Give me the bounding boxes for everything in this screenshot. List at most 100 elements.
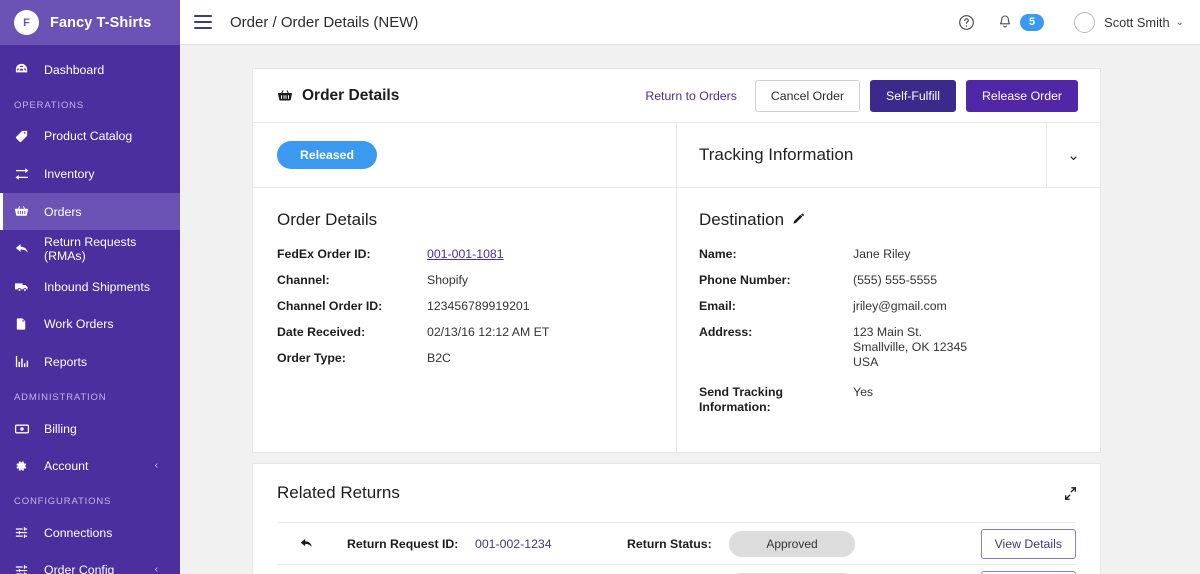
- destination-heading-text: Destination: [699, 210, 784, 230]
- edit-pencil-icon[interactable]: [792, 210, 806, 230]
- return-status-label: Return Status:: [627, 537, 729, 551]
- brand-header[interactable]: F Fancy T-Shirts: [0, 0, 180, 45]
- tracking-section: Tracking Information ⌄: [677, 123, 1100, 187]
- sidebar-item-label: Work Orders: [44, 317, 180, 331]
- sidebar-item-account[interactable]: Account ‹: [0, 447, 180, 485]
- truck-icon: [14, 279, 44, 295]
- field-date-received: Date Received: 02/13/16 12:12 AM ET: [277, 325, 652, 340]
- sidebar-item-label: Connections: [44, 526, 180, 540]
- sidebar-item-connections[interactable]: Connections: [0, 514, 180, 552]
- sidebar-item-billing[interactable]: Billing: [0, 410, 180, 448]
- table-row[interactable]: Return Request ID: 001-002-1235 Return S…: [277, 564, 1076, 574]
- sidebar-item-label: Billing: [44, 422, 180, 436]
- field-email: Email: jriley@gmail.com: [699, 299, 1076, 314]
- field-label: Phone Number:: [699, 273, 853, 288]
- field-value: 123456789919201: [427, 299, 530, 314]
- sidebar-nav: Dashboard OPERATIONS Product Catalog Inv…: [0, 45, 180, 574]
- tracking-expand-chevron-down-icon[interactable]: ⌄: [1046, 123, 1100, 187]
- brand-logo: F: [14, 10, 39, 35]
- notification-badge: 5: [1020, 14, 1044, 31]
- field-label: Order Type:: [277, 351, 427, 366]
- document-icon: [14, 317, 44, 332]
- field-value: B2C: [427, 351, 451, 366]
- self-fulfill-button[interactable]: Self-Fulfill: [870, 80, 956, 112]
- related-returns-card: Related Returns Return Request ID: 001-0…: [252, 463, 1101, 574]
- field-value: 02/13/16 12:12 AM ET: [427, 325, 549, 340]
- user-name: Scott Smith: [1104, 15, 1169, 30]
- sidebar-item-label: Order Config: [44, 563, 155, 574]
- field-value: Shopify: [427, 273, 468, 288]
- main-area: Order / Order Details (NEW) 5 Scott Smit…: [180, 0, 1200, 574]
- field-fedex-order-id: FedEx Order ID: 001-001-1081: [277, 247, 652, 262]
- hamburger-menu-icon[interactable]: [194, 15, 212, 29]
- return-to-orders-link[interactable]: Return to Orders: [645, 89, 737, 103]
- field-label: Date Received:: [277, 325, 427, 340]
- sidebar-item-orders[interactable]: Orders: [0, 193, 180, 231]
- notifications-button[interactable]: 5: [997, 14, 1044, 31]
- sidebar-item-label: Account: [44, 459, 155, 473]
- release-order-button[interactable]: Release Order: [966, 80, 1078, 112]
- view-details-button[interactable]: View Details: [981, 529, 1076, 559]
- field-value: Jane Riley: [853, 247, 910, 262]
- field-label: Name:: [699, 247, 853, 262]
- basket-icon: [277, 88, 293, 104]
- basket-icon: [14, 204, 44, 219]
- order-details-card: Order Details Return to Orders Cancel Or…: [252, 68, 1101, 453]
- field-value: (555) 555-5555: [853, 273, 937, 288]
- gear-icon: [14, 459, 44, 473]
- sliders-icon: [14, 563, 44, 574]
- content-scroll: Order Details Return to Orders Cancel Or…: [180, 45, 1200, 574]
- brand-name: Fancy T-Shirts: [50, 15, 151, 31]
- field-value: jriley@gmail.com: [853, 299, 947, 314]
- sidebar-item-work-orders[interactable]: Work Orders: [0, 306, 180, 344]
- field-address: Address: 123 Main St. Smallville, OK 123…: [699, 325, 1076, 370]
- field-phone-number: Phone Number: (555) 555-5555: [699, 273, 1076, 288]
- sidebar-item-label: Dashboard: [44, 63, 180, 77]
- collapse-arrows-icon[interactable]: [1063, 486, 1078, 501]
- sidebar-item-return-requests[interactable]: Return Requests (RMAs): [0, 230, 180, 268]
- status-cell: Released: [253, 123, 676, 187]
- row-action: View Details: [981, 571, 1076, 574]
- sidebar-item-order-config[interactable]: Order Config ‹: [0, 552, 180, 574]
- chevron-down-icon[interactable]: ⌄: [1176, 17, 1184, 28]
- sidebar-item-inbound-shipments[interactable]: Inbound Shipments: [0, 268, 180, 306]
- sidebar: F Fancy T-Shirts Dashboard OPERATIONS Pr…: [0, 0, 180, 574]
- sidebar-item-inventory[interactable]: Inventory: [0, 155, 180, 193]
- sidebar-item-label: Inventory: [44, 167, 180, 181]
- sidebar-item-product-catalog[interactable]: Product Catalog: [0, 118, 180, 156]
- sidebar-item-label: Inbound Shipments: [44, 280, 180, 294]
- address-line-3: USA: [853, 355, 967, 370]
- sidebar-item-reports[interactable]: Reports: [0, 343, 180, 381]
- tracking-title: Tracking Information: [677, 123, 1046, 187]
- sidebar-item-label: Product Catalog: [44, 129, 180, 143]
- address-line-2: Smallville, OK 12345: [853, 340, 967, 355]
- sidebar-section-operations: OPERATIONS: [0, 89, 180, 118]
- order-card-actions: Return to Orders Cancel Order Self-Fulfi…: [645, 80, 1078, 112]
- breadcrumb: Order / Order Details (NEW): [230, 14, 418, 31]
- chevron-left-icon[interactable]: ‹: [155, 565, 158, 574]
- order-card-header: Order Details Return to Orders Cancel Or…: [253, 69, 1100, 123]
- field-channel: Channel: Shopify: [277, 273, 652, 288]
- cancel-order-button[interactable]: Cancel Order: [755, 80, 860, 112]
- bar-chart-icon: [14, 354, 44, 369]
- tag-icon: [14, 129, 44, 144]
- view-details-button[interactable]: View Details: [981, 571, 1076, 574]
- field-label: Address:: [699, 325, 853, 370]
- field-value: Yes: [853, 385, 873, 415]
- help-icon[interactable]: [958, 14, 975, 31]
- field-channel-order-id: Channel Order ID: 123456789919201: [277, 299, 652, 314]
- sidebar-section-configurations: CONFIGURATIONS: [0, 485, 180, 514]
- destination-panel: Destination Name: Jane Riley Phone Numbe…: [677, 188, 1100, 452]
- fedex-order-id-link[interactable]: 001-001-1081: [427, 247, 504, 261]
- sidebar-item-dashboard[interactable]: Dashboard: [0, 51, 180, 89]
- topbar-right: 5 Scott Smith ⌄: [958, 12, 1184, 33]
- bell-icon: [997, 14, 1013, 31]
- details-destination-row: Order Details FedEx Order ID: 001-001-10…: [253, 188, 1100, 452]
- app-root: F Fancy T-Shirts Dashboard OPERATIONS Pr…: [0, 0, 1200, 574]
- money-icon: [14, 421, 44, 437]
- status-badge: Released: [277, 141, 377, 169]
- order-details-panel: Order Details FedEx Order ID: 001-001-10…: [253, 188, 677, 452]
- table-row[interactable]: Return Request ID: 001-002-1234 Return S…: [277, 522, 1076, 564]
- chevron-left-icon[interactable]: ‹: [155, 461, 158, 471]
- status-tracking-row: Released Tracking Information ⌄: [253, 123, 1100, 188]
